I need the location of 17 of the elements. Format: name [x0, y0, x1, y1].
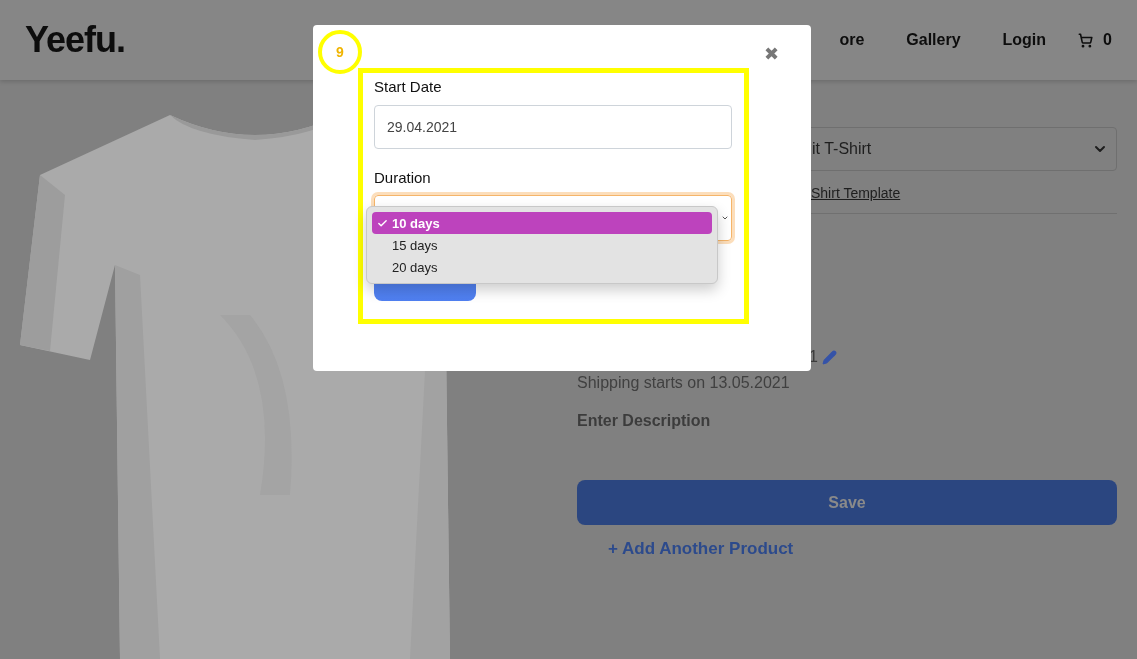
template-link[interactable]: Shirt Template	[811, 185, 1117, 201]
close-button[interactable]: ✖	[762, 41, 781, 67]
nav-link[interactable]: Gallery	[906, 31, 961, 49]
dropdown-option[interactable]: 20 days	[372, 256, 712, 278]
dropdown-option[interactable]: 10 days	[372, 212, 712, 234]
date-text: 1	[809, 348, 818, 366]
nav-link[interactable]: Login	[1002, 31, 1047, 49]
field-label: Start Date	[374, 78, 443, 95]
cart-link[interactable]: 0	[1078, 31, 1112, 49]
nav-link[interactable]: ore	[839, 31, 865, 49]
dropdown-option[interactable]: 15 days	[372, 234, 712, 256]
start-date-field[interactable]: 29.04.2021	[374, 105, 732, 149]
step-badge: 9	[318, 30, 362, 74]
logo[interactable]: Yeefu.	[25, 19, 126, 61]
field-label: Duration	[374, 169, 432, 186]
shipping-text: Shipping starts on 13.05.2021	[577, 374, 791, 392]
description-field[interactable]: Enter Description	[577, 412, 877, 430]
